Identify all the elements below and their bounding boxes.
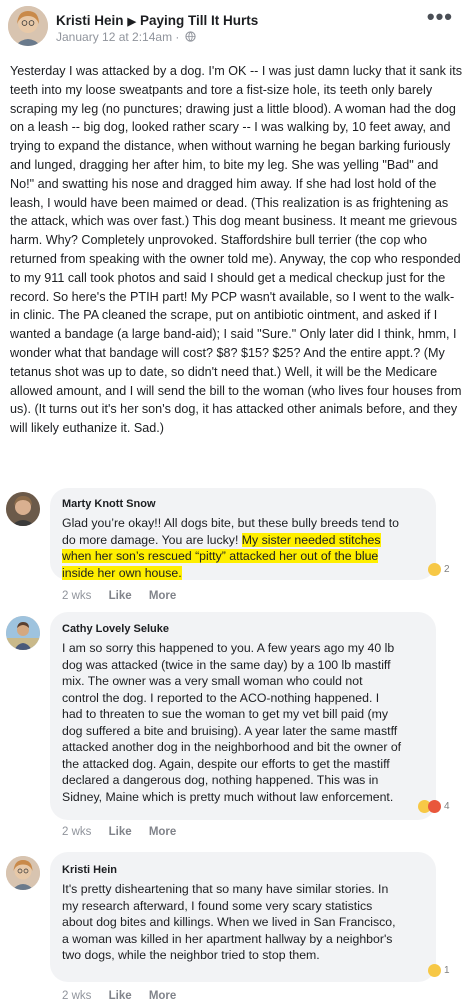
author-name[interactable]: Kristi Hein — [56, 13, 124, 28]
more-link[interactable]: More — [149, 590, 176, 602]
reaction-count: 4 — [444, 801, 450, 812]
like-link[interactable]: Like — [109, 590, 132, 602]
comment-text: Glad you’re okay!! All dogs bite, but th… — [62, 515, 402, 581]
sad-reaction-icon — [428, 964, 441, 977]
more-link[interactable]: More — [149, 990, 176, 1002]
like-link[interactable]: Like — [109, 990, 132, 1002]
post-meta: January 12 at 2:14am · — [56, 30, 196, 44]
more-options-icon[interactable]: ••• — [427, 6, 453, 28]
post-body: Yesterday I was attacked by a dog. I'm O… — [10, 64, 463, 436]
reaction-count: 1 — [444, 965, 450, 976]
group-name[interactable]: Paying Till It Hurts — [140, 13, 258, 28]
reaction-summary[interactable]: 4 — [418, 800, 450, 813]
comment-age[interactable]: 2 wks — [62, 826, 91, 838]
comment-age[interactable]: 2 wks — [62, 590, 91, 602]
post-author-line: Kristi Hein ▶ Paying Till It Hurts — [56, 13, 258, 28]
comment-actions: 2 wks Like More — [62, 590, 190, 602]
reaction-summary[interactable]: 2 — [428, 563, 450, 576]
author-avatar[interactable] — [8, 6, 48, 46]
reaction-count: 2 — [444, 564, 450, 575]
reaction-summary[interactable]: 1 — [428, 964, 450, 977]
comment-actions: 2 wks Like More — [62, 826, 190, 838]
comment-age[interactable]: 2 wks — [62, 990, 91, 1002]
post-timestamp[interactable]: January 12 at 2:14am — [56, 30, 172, 44]
commenter-name[interactable]: Cathy Lovely Seluke — [62, 623, 169, 635]
comment-text: It's pretty disheartening that so many h… — [62, 882, 396, 962]
commenter-name[interactable]: Marty Knott Snow — [62, 498, 156, 510]
sad-reaction-icon — [428, 563, 441, 576]
commenter-avatar[interactable] — [6, 856, 40, 890]
more-link[interactable]: More — [149, 826, 176, 838]
meta-separator: · — [175, 30, 180, 44]
arrow-right-icon: ▶ — [127, 16, 136, 28]
like-link[interactable]: Like — [109, 826, 132, 838]
angry-reaction-icon — [428, 800, 441, 813]
commenter-name[interactable]: Kristi Hein — [62, 864, 117, 876]
comment-actions: 2 wks Like More — [62, 990, 190, 1002]
commenter-avatar[interactable] — [6, 616, 40, 650]
commenter-avatar[interactable] — [6, 492, 40, 526]
comment-text: I am so sorry this happened to you. A fe… — [62, 641, 402, 804]
post-header: Kristi Hein ▶ Paying Till It Hurts January… — [0, 0, 465, 50]
globe-icon — [185, 31, 196, 42]
